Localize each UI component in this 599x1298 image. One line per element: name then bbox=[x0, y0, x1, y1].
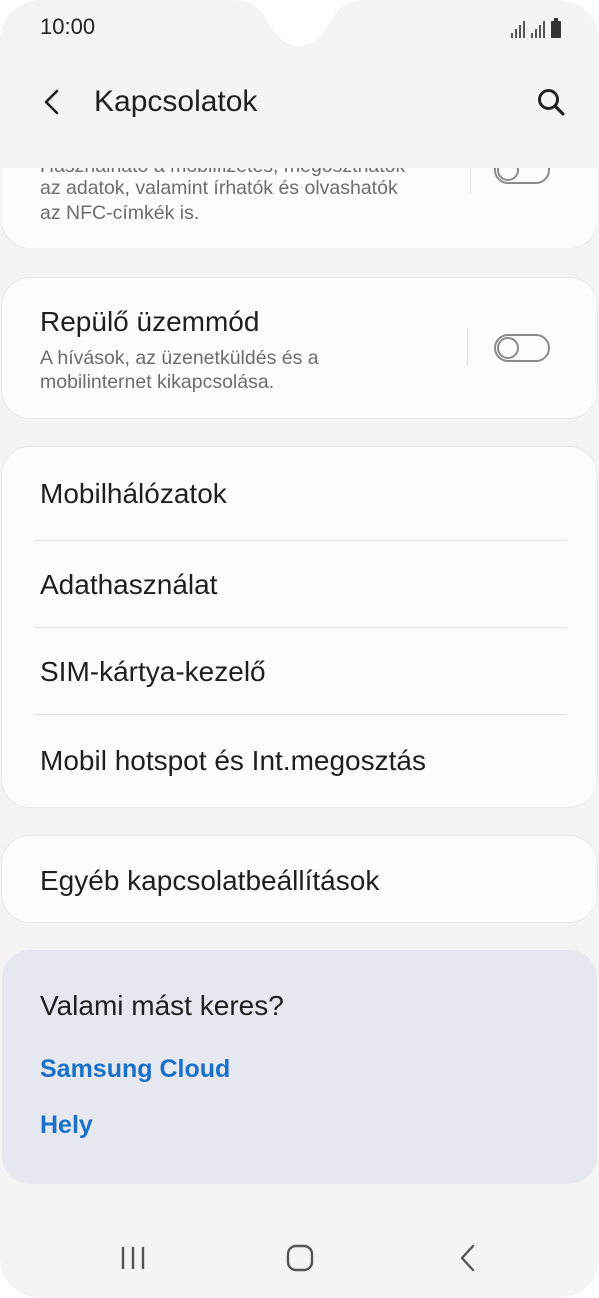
navigation-bar bbox=[0, 1218, 599, 1298]
network-menu-card: Mobilhálózatok Adathasználat SIM-kártya-… bbox=[2, 447, 597, 807]
other-settings-card[interactable]: Egyéb kapcsolatbeállítások bbox=[2, 836, 597, 922]
menu-item-data-usage[interactable]: Adathasználat bbox=[2, 541, 597, 627]
status-bar: 10:00 bbox=[0, 0, 599, 58]
search-button[interactable] bbox=[529, 80, 573, 124]
camera-notch bbox=[232, 0, 366, 46]
search-icon bbox=[538, 89, 565, 116]
airplane-mode-title: Repülő üzemmód bbox=[40, 306, 260, 337]
samsung-cloud-link[interactable]: Samsung Cloud bbox=[40, 1055, 230, 1084]
suggestions-card: Valami mást keres? Samsung Cloud Hely bbox=[2, 950, 597, 1184]
battery-icon bbox=[551, 18, 561, 38]
other-settings-label: Egyéb kapcsolatbeállítások bbox=[40, 865, 380, 896]
menu-item-label: Adathasználat bbox=[40, 569, 218, 600]
nav-back-button[interactable] bbox=[438, 1238, 498, 1278]
status-time: 10:00 bbox=[40, 14, 96, 39]
menu-item-label: Mobilhálózatok bbox=[40, 478, 227, 509]
recents-button[interactable] bbox=[103, 1238, 163, 1278]
phone-screen: 10:00 Kapcsolatok Használható a mobilfiz… bbox=[0, 0, 599, 1298]
airplane-mode-description-line: mobilinternet kikapcsolása. bbox=[40, 371, 275, 393]
divider bbox=[467, 328, 468, 366]
signal-icon bbox=[531, 20, 545, 38]
toggle-knob bbox=[497, 168, 519, 181]
nfc-description-line: az adatok, valamint írhatók és olvasható… bbox=[40, 177, 398, 199]
page-title: Kapcsolatok bbox=[94, 85, 258, 118]
recents-icon bbox=[121, 1247, 145, 1269]
app-header: Kapcsolatok bbox=[0, 58, 599, 158]
menu-item-label: SIM-kártya-kezelő bbox=[40, 656, 266, 687]
back-button[interactable] bbox=[30, 80, 74, 124]
menu-item-label: Mobil hotspot és Int.megosztás bbox=[40, 745, 426, 776]
airplane-mode-description-line: A hívások, az üzenetküldés és a bbox=[40, 347, 319, 369]
menu-item-sim-card-manager[interactable]: SIM-kártya-kezelő bbox=[2, 628, 597, 714]
home-button[interactable] bbox=[270, 1238, 330, 1278]
nfc-description-line: az NFC-címkék is. bbox=[40, 202, 200, 224]
menu-item-mobile-hotspot[interactable]: Mobil hotspot és Int.megosztás bbox=[2, 715, 597, 807]
suggestions-title: Valami mást keres? bbox=[40, 990, 284, 1021]
back-icon bbox=[460, 1244, 475, 1272]
signal-icon bbox=[511, 20, 525, 38]
airplane-mode-card[interactable]: Repülő üzemmód A hívások, az üzenetküldé… bbox=[2, 278, 597, 418]
chevron-left-icon bbox=[44, 89, 59, 115]
toggle-knob bbox=[497, 337, 519, 359]
nfc-toggle[interactable] bbox=[494, 168, 550, 184]
divider bbox=[470, 168, 471, 194]
location-link[interactable]: Hely bbox=[40, 1111, 93, 1140]
status-icons bbox=[511, 16, 561, 38]
home-icon bbox=[286, 1244, 314, 1272]
airplane-mode-toggle[interactable] bbox=[494, 334, 550, 362]
menu-item-mobile-networks[interactable]: Mobilhálózatok bbox=[2, 447, 597, 540]
